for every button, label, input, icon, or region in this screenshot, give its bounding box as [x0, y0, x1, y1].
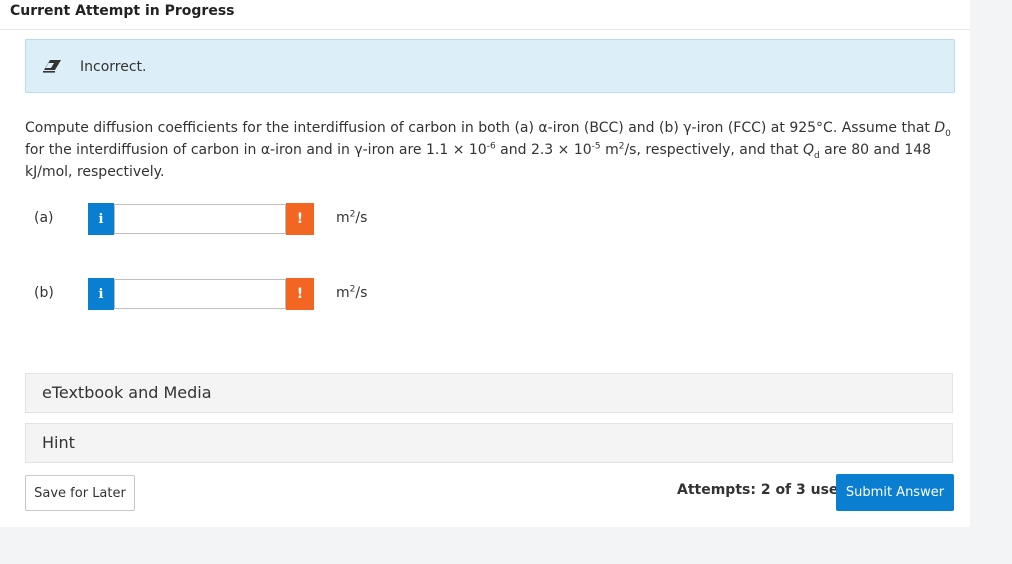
- part-b-label: (b): [34, 285, 54, 301]
- part-a-label: (a): [34, 210, 54, 226]
- hint-label: Hint: [42, 433, 75, 452]
- part-a-unit: m2/s: [336, 210, 367, 226]
- save-for-later-button[interactable]: Save for Later: [25, 475, 135, 511]
- eraser-icon: [42, 57, 62, 73]
- part-a-answer-input[interactable]: [114, 204, 286, 234]
- header-divider: [0, 29, 970, 30]
- exponent-1: -6: [486, 141, 496, 152]
- unit-base: m: [336, 210, 350, 226]
- question-card: Current Attempt in Progress Incorrect. C…: [0, 0, 970, 527]
- question-text: Compute diffusion coefficients for the i…: [25, 117, 965, 183]
- part-b-warning-icon[interactable]: !: [286, 278, 314, 310]
- question-part-1: Compute diffusion coefficients for the i…: [25, 120, 935, 136]
- unit-base: m: [336, 285, 350, 301]
- exponent-2: -5: [591, 141, 601, 152]
- part-b-info-icon[interactable]: i: [88, 278, 114, 310]
- question-part-2: for the interdiffusion of carbon in α-ir…: [25, 142, 487, 158]
- page-title: Current Attempt in Progress: [10, 3, 235, 19]
- submit-answer-button[interactable]: Submit Answer: [836, 474, 954, 511]
- part-a-warning-icon[interactable]: !: [286, 203, 314, 235]
- feedback-alert: Incorrect.: [25, 39, 955, 93]
- unit-rest: /s: [355, 285, 368, 301]
- part-a-info-icon[interactable]: i: [88, 203, 114, 235]
- d-subscript: 0: [945, 128, 951, 139]
- etextbook-panel[interactable]: eTextbook and Media: [25, 373, 953, 413]
- question-part-4: m: [600, 142, 619, 158]
- feedback-text: Incorrect.: [80, 59, 147, 75]
- etextbook-label: eTextbook and Media: [42, 383, 212, 402]
- attempts-counter: Attempts: 2 of 3 used: [677, 482, 849, 498]
- hint-panel[interactable]: Hint: [25, 423, 953, 463]
- q-symbol: Q: [802, 142, 814, 158]
- unit-rest: /s: [355, 210, 368, 226]
- d-symbol: D: [934, 120, 946, 136]
- part-b-unit: m2/s: [336, 285, 367, 301]
- question-part-5: /s, respectively, and that: [624, 142, 803, 158]
- question-part-3: and 2.3 × 10: [495, 142, 592, 158]
- part-b-answer-input[interactable]: [114, 279, 286, 309]
